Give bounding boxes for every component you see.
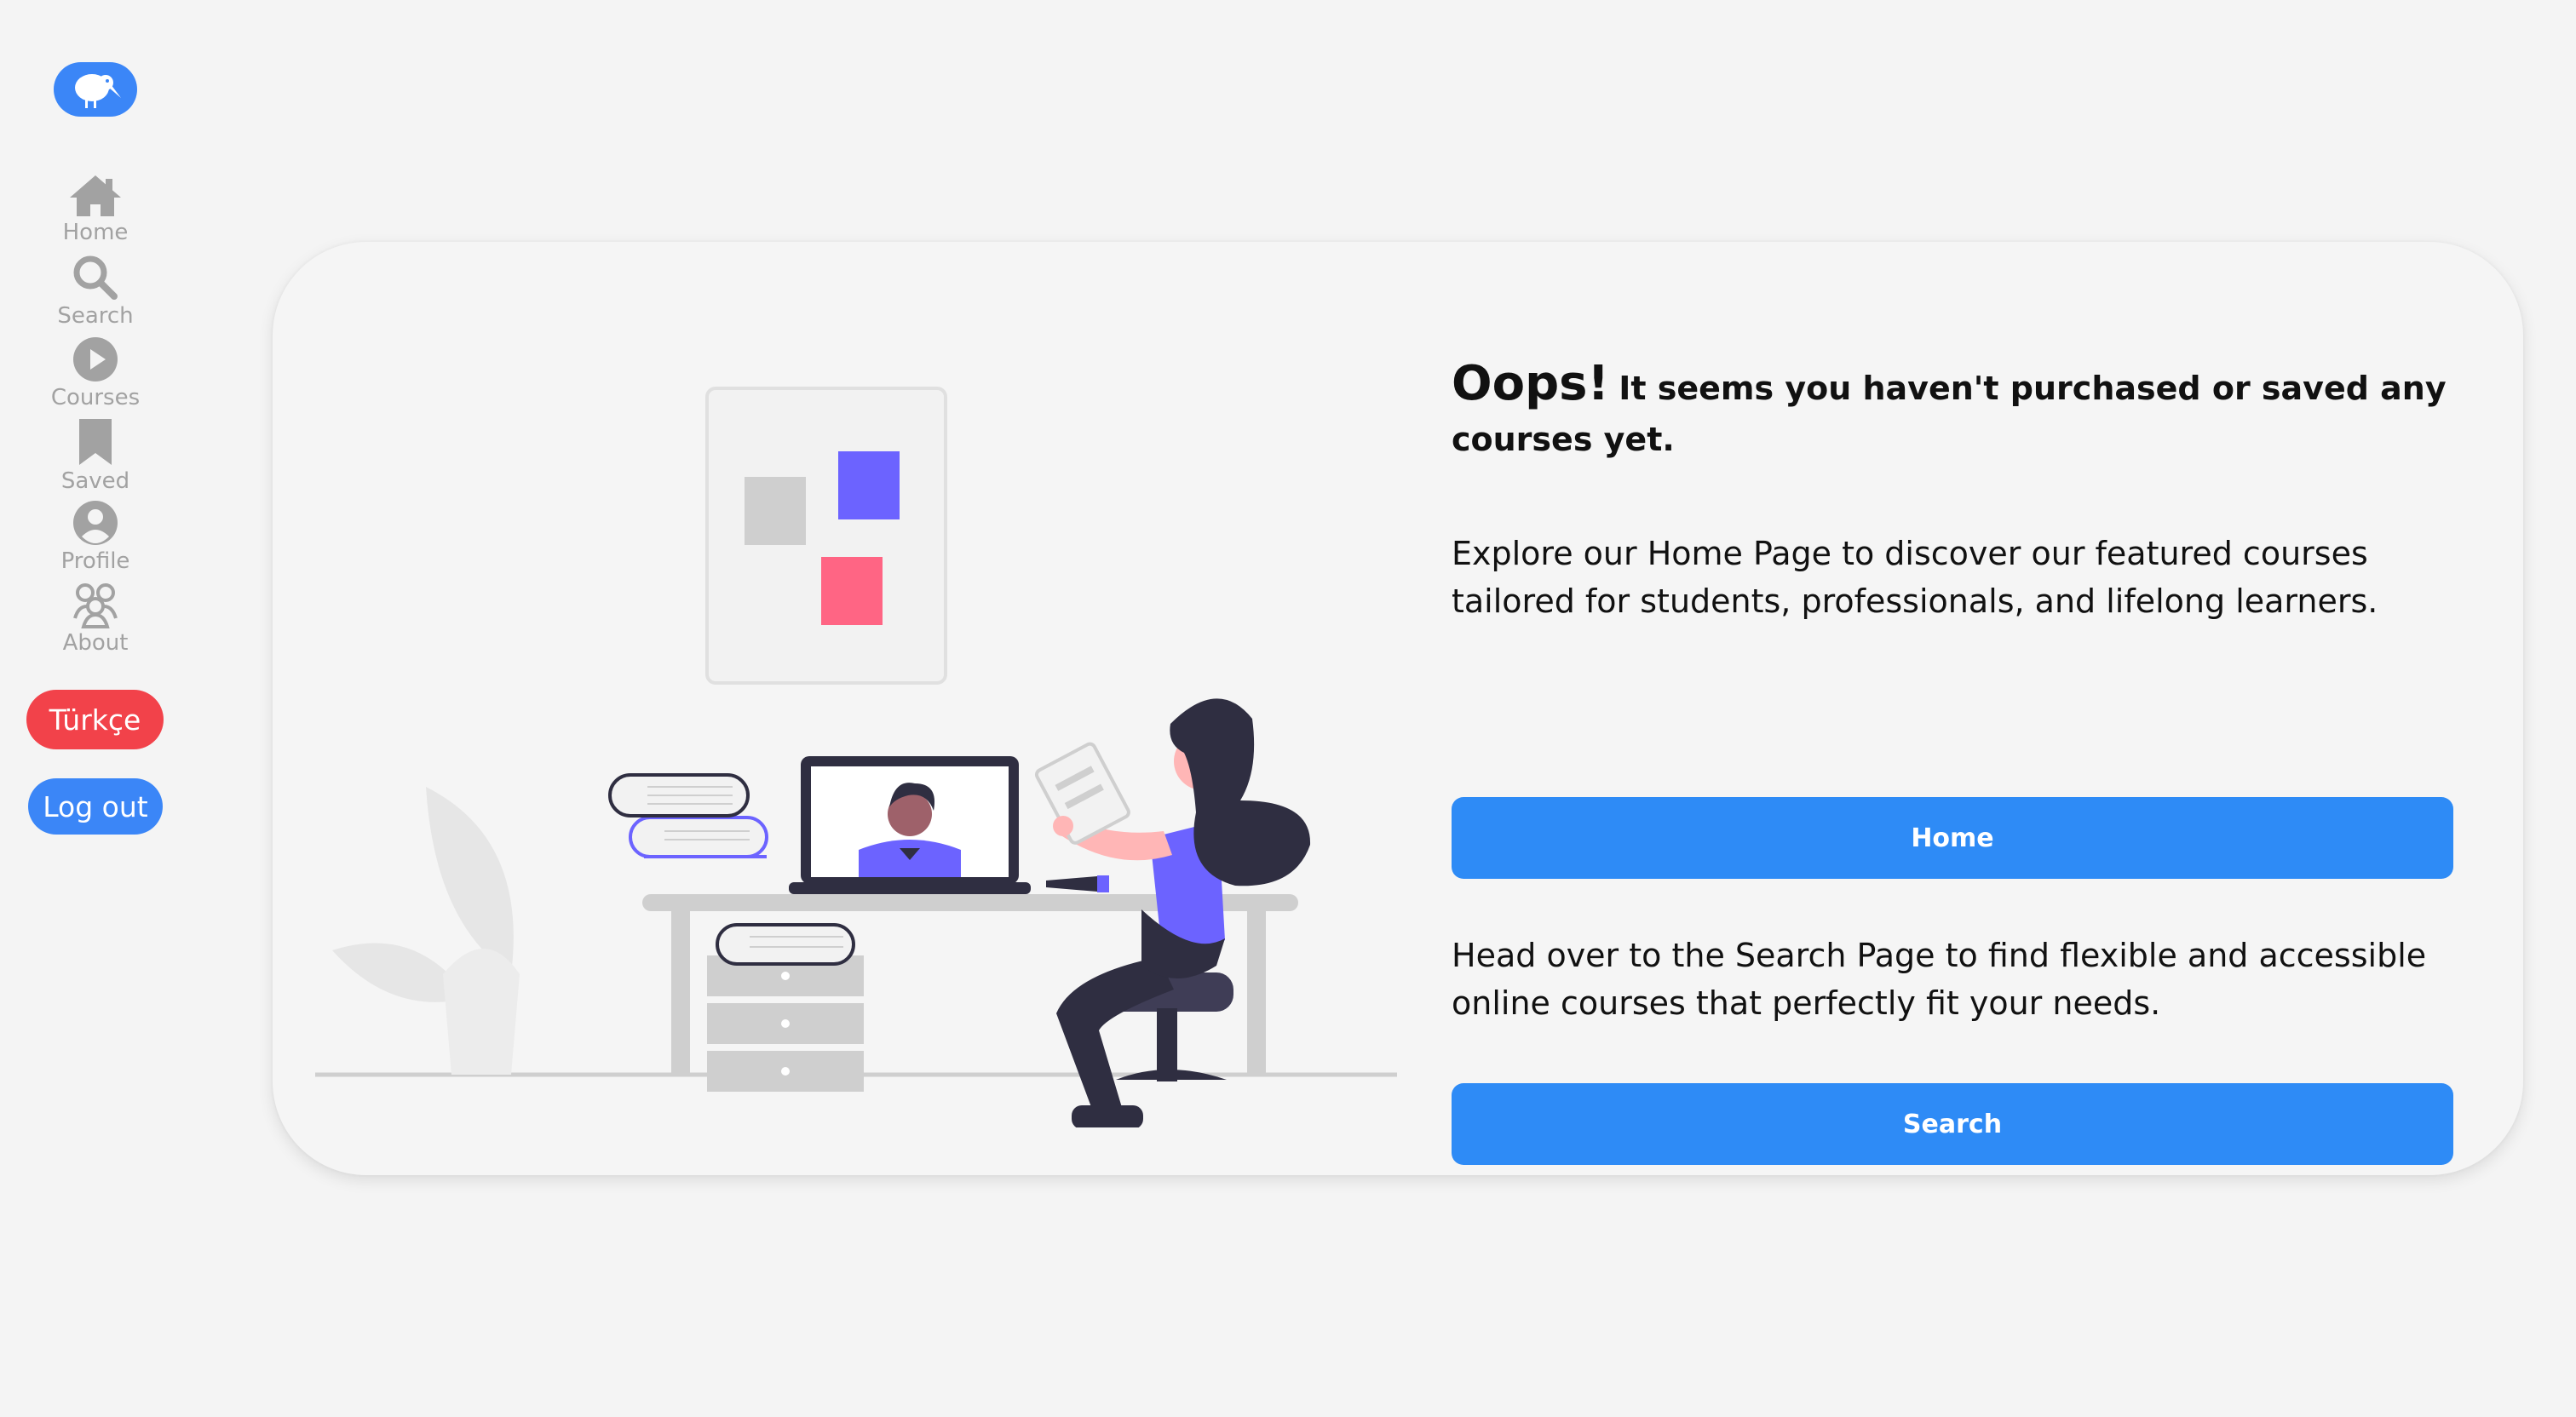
sidebar-item-label: About	[62, 630, 129, 656]
play-circle-icon	[73, 337, 118, 382]
sidebar-item-label: Saved	[60, 468, 130, 494]
user-circle-icon	[73, 501, 118, 545]
sidebar-item-search[interactable]: Search	[0, 254, 191, 329]
sidebar-item-label: Profile	[60, 548, 130, 574]
search-icon	[73, 255, 118, 300]
wall-frame	[705, 387, 947, 685]
search-description: Head over to the Search Page to find fle…	[1452, 937, 2427, 1022]
language-toggle-button[interactable]: Türkçe	[26, 690, 164, 749]
laptop-video-call	[789, 756, 1031, 894]
headline-oops: Oops!	[1452, 356, 1610, 411]
sidebar-item-saved[interactable]: Saved	[0, 417, 191, 494]
home-icon	[70, 175, 121, 216]
search-button[interactable]: Search	[1452, 1083, 2453, 1165]
sidebar-item-profile[interactable]: Profile	[0, 499, 191, 574]
sidebar-item-label: Search	[57, 303, 134, 329]
sidebar-item-label: Courses	[50, 385, 141, 410]
sidebar: Home Search Courses Saved Profile About …	[0, 0, 191, 1417]
plant-decoration	[332, 787, 520, 1075]
sidebar-item-home[interactable]: Home	[0, 172, 191, 245]
users-icon	[73, 583, 118, 628]
home-description: Explore our Home Page to discover our fe…	[1452, 535, 2378, 620]
kiwi-bird-icon	[75, 74, 121, 108]
logout-button[interactable]: Log out	[28, 778, 163, 835]
bookmark-icon	[79, 419, 112, 465]
kiwi-logo-icon[interactable]	[54, 62, 137, 117]
empty-state-headline: Oops! It seems you haven't purchased or …	[1452, 359, 2457, 466]
empty-state-card: Oops! It seems you haven't purchased or …	[273, 242, 2523, 1175]
sidebar-item-label: Home	[62, 220, 129, 245]
pen	[1046, 875, 1109, 892]
sidebar-item-about[interactable]: About	[0, 581, 191, 656]
online-learning-illustration	[315, 387, 1397, 1127]
sidebar-item-courses[interactable]: Courses	[0, 336, 191, 410]
empty-state-content: Oops! It seems you haven't purchased or …	[1452, 359, 2457, 1165]
home-button[interactable]: Home	[1452, 797, 2453, 879]
